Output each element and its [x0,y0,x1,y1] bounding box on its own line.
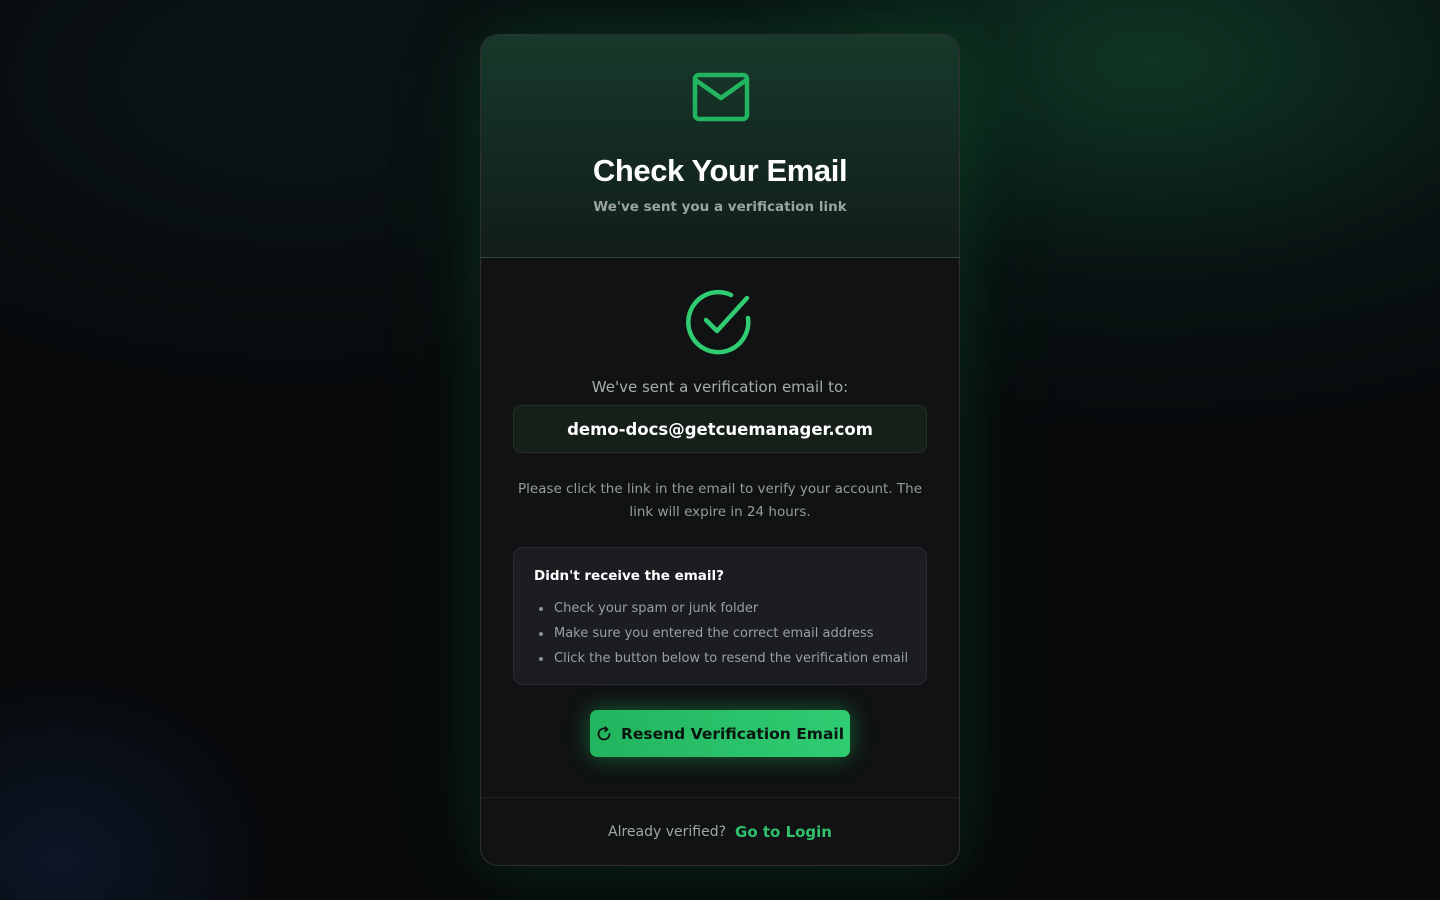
sent-label: We've sent a verification email to: [591,378,849,396]
help-box: Didn't receive the email? Check your spa… [513,547,927,685]
check-circle-icon [686,289,751,355]
card-footer: Already verified? Go to Login [481,797,959,865]
page-subtitle: We've sent you a verification link [593,199,847,215]
instructions-text: Please click the link in the email to ve… [517,481,923,520]
email-address-display: demo-docs@getcuemanager.com [513,405,927,453]
help-title: Didn't receive the email? [534,568,724,584]
email-address: demo-docs@getcuemanager.com [567,419,873,439]
list-item: Check your spam or junk folder [534,596,908,621]
page-title: Check Your Email [592,153,848,188]
already-verified-text: Already verified? [608,824,727,840]
resend-verification-button[interactable]: Resend Verification Email [590,710,850,757]
list-item: Click the button below to resend the ver… [534,646,908,671]
go-to-login-link[interactable]: Go to Login [735,823,832,841]
resend-button-label: Resend Verification Email [620,724,845,743]
mail-icon [692,72,750,122]
help-list: Check your spam or junk folder Make sure… [534,596,908,671]
refresh-icon [597,725,611,740]
list-item: Make sure you entered the correct email … [534,621,908,646]
card-header: Check Your Email We've sent you a verifi… [481,35,959,258]
verification-card: Check Your Email We've sent you a verifi… [480,34,960,866]
